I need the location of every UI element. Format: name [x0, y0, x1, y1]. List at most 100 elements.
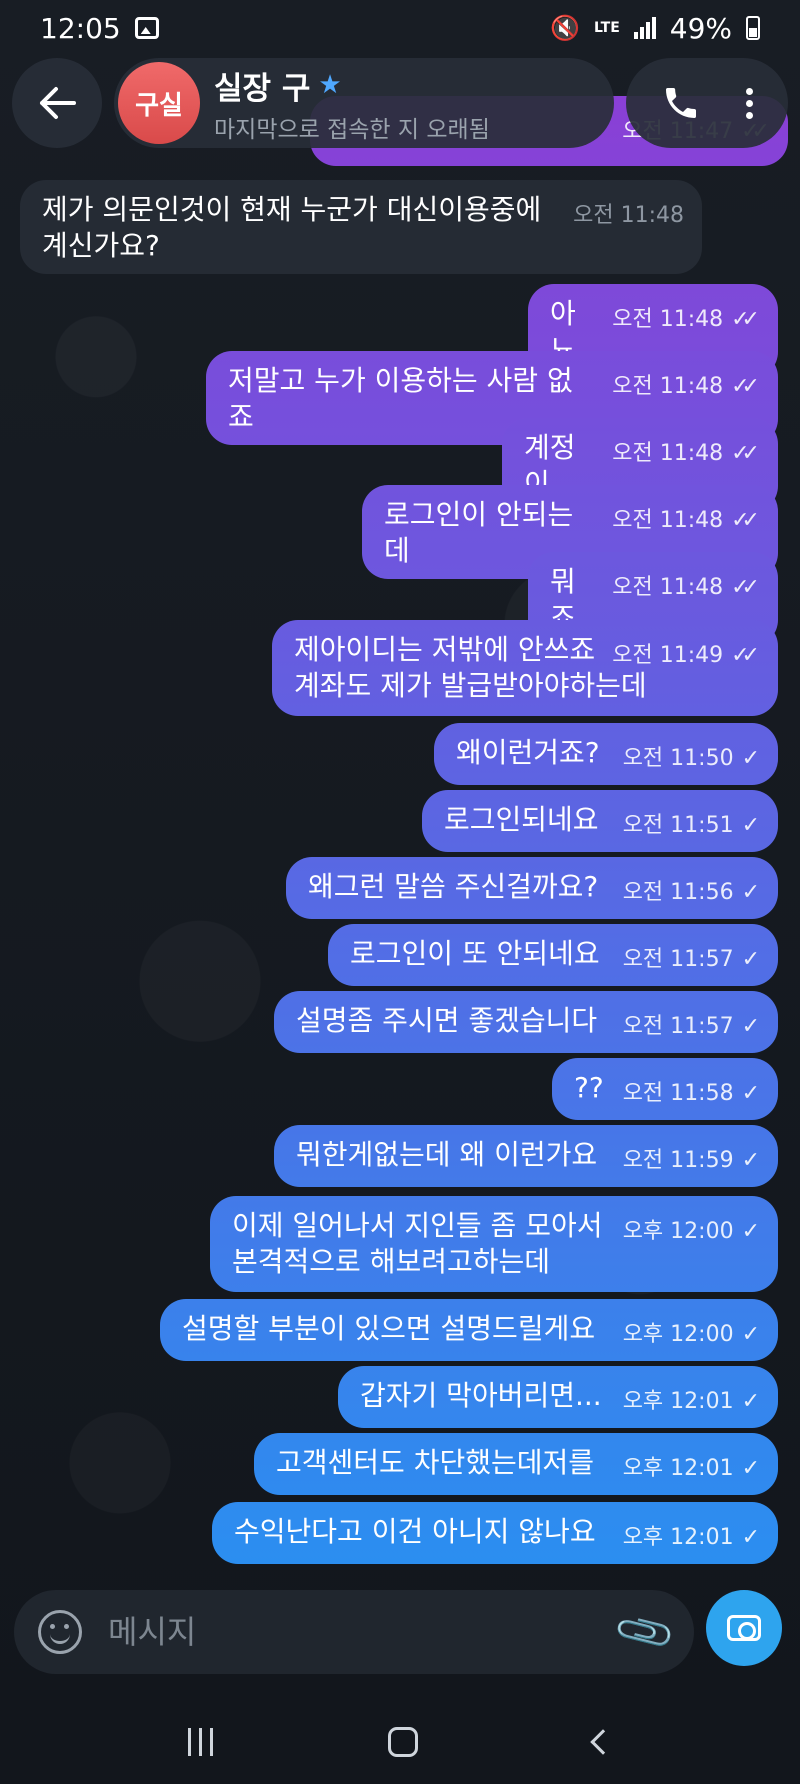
check-icon: ✓: [741, 1014, 761, 1039]
message-text: 이제 일어나서 지인들 좀 모아서 본격적으로 해보려고하는데: [232, 1209, 603, 1278]
contact-name: 실장 구: [214, 70, 311, 107]
double-check-icon: ✓✓: [731, 575, 760, 600]
message-meta: 오전 11:48 ✓✓: [612, 509, 760, 533]
message-meta: 오전 11:57 ✓: [622, 1014, 761, 1039]
message-meta: 오전 11:49 ✓✓: [612, 644, 760, 668]
clock: 12:05: [40, 11, 121, 45]
message-time: 오후 12:01: [622, 1525, 734, 1550]
message-text: 로그인되네요: [444, 803, 599, 836]
message-meta: 오전 11:58 ✓: [623, 1081, 761, 1106]
message-text: 수익난다고 이건 아니지 않나요: [234, 1515, 596, 1548]
system-back-button[interactable]: [590, 1729, 616, 1755]
contact-title: 실장 구 ★ 마지막으로 접속한 지 오래됨: [214, 63, 490, 144]
outgoing-message[interactable]: 오후 12:01 ✓ 고객센터도 차단했는데저를: [254, 1433, 778, 1495]
message-text: 로그인이 또 안되네요: [350, 937, 600, 970]
battery-percent: 49%: [669, 11, 732, 45]
message-text: ??: [574, 1071, 604, 1104]
check-icon: ✓: [741, 1389, 761, 1414]
battery-icon: [746, 16, 760, 40]
message-time: 오전 11:48: [612, 575, 724, 600]
gallery-notification-icon: [134, 17, 159, 39]
message-time: 오전 11:57: [622, 947, 734, 972]
emoji-icon[interactable]: [38, 1610, 82, 1654]
status-right: 🔇 LTE 49%: [550, 12, 760, 45]
message-meta: 오전 11:48 ✓✓: [612, 308, 760, 332]
message-meta: 오전 11:48 ✓✓: [612, 375, 760, 399]
message-text: 제아이디는 저밖에 안쓰죠 계좌도 제가 발급받아야하는데: [294, 633, 647, 702]
paperclip-icon[interactable]: 📎: [611, 1598, 679, 1665]
outgoing-message[interactable]: 오후 12:01 ✓ 수익난다고 이건 아니지 않나요: [212, 1502, 778, 1564]
outgoing-message[interactable]: 오후 12:01 ✓ 갑자기 막아버리면...: [338, 1366, 778, 1428]
incoming-message[interactable]: 오전 11:48 제가 의문인것이 현재 누군가 대신이용중에 계신가요?: [20, 180, 702, 274]
check-icon: ✓: [741, 1322, 761, 1347]
star-icon: ★: [318, 70, 342, 100]
check-icon: ✓: [741, 1148, 761, 1173]
message-meta: 오후 12:00 ✓: [622, 1322, 761, 1347]
check-icon: ✓: [741, 880, 761, 905]
outgoing-message[interactable]: 오전 11:58 ✓??: [552, 1058, 778, 1120]
message-text: 뭐한게없는데 왜 이런가요: [296, 1138, 598, 1171]
outgoing-message[interactable]: 오전 11:51 ✓ 로그인되네요: [422, 790, 778, 852]
outgoing-message[interactable]: 오전 11:59 ✓ 뭐한게없는데 왜 이런가요: [274, 1125, 778, 1187]
outgoing-message[interactable]: 오전 11:56 ✓ 왜그런 말씀 주신걸까요?: [286, 857, 778, 919]
check-icon: ✓: [741, 1081, 761, 1106]
message-meta: 오후 12:00 ✓: [623, 1219, 761, 1244]
outgoing-message[interactable]: 오후 12:00 ✓ 이제 일어나서 지인들 좀 모아서 본격적으로 해보려고하는데: [210, 1196, 778, 1292]
more-vertical-icon[interactable]: [746, 87, 754, 119]
camera-button[interactable]: [706, 1590, 782, 1666]
signal-icon: [633, 17, 656, 39]
check-icon: ✓: [741, 746, 761, 771]
double-check-icon: ✓✓: [731, 508, 760, 533]
outgoing-message[interactable]: 오전 11:50 ✓ 왜이런거죠?: [434, 723, 778, 785]
camera-icon: [727, 1615, 761, 1641]
check-icon: ✓: [741, 1525, 761, 1550]
message-text: 고객센터도 차단했는데저를: [276, 1446, 595, 1479]
message-meta: 오전 11:51 ✓: [622, 813, 761, 838]
message-time: 오전 11:48: [612, 441, 724, 466]
contact-info[interactable]: 구실 실장 구 ★ 마지막으로 접속한 지 오래됨: [114, 58, 614, 148]
message-meta: 오전 11:56 ✓: [622, 880, 761, 905]
header-actions: [626, 58, 788, 148]
message-meta: 오전 11:50 ✓: [622, 746, 761, 771]
message-time: 오후 12:00: [622, 1322, 734, 1347]
outgoing-message[interactable]: 오전 11:57 ✓ 설명좀 주시면 좋겠습니다: [274, 991, 778, 1053]
outgoing-message[interactable]: 오전 11:57 ✓ 로그인이 또 안되네요: [328, 924, 778, 986]
message-meta: 오전 11:48: [573, 204, 684, 228]
message-meta: 오전 11:59 ✓: [623, 1148, 761, 1173]
avatar: 구실: [118, 62, 200, 144]
message-composer: 📎: [14, 1590, 694, 1674]
last-seen-status: 마지막으로 접속한 지 오래됨: [214, 116, 490, 143]
message-text: 제가 의문인것이 현재 누군가 대신이용중에 계신가요?: [42, 193, 542, 262]
message-time: 오전 11:51: [622, 813, 734, 838]
status-bar: 12:05 🔇 LTE 49%: [0, 0, 800, 56]
message-time: 오후 12:01: [622, 1389, 734, 1414]
contact-name-row: 실장 구 ★: [214, 63, 490, 108]
message-time: 오전 11:56: [622, 880, 734, 905]
message-time: 오전 11:57: [622, 1014, 734, 1039]
message-input[interactable]: [108, 1613, 621, 1651]
double-check-icon: ✓✓: [731, 643, 760, 668]
home-button[interactable]: [388, 1727, 419, 1757]
message-meta: 오전 11:48 ✓✓: [612, 442, 760, 466]
mute-icon: 🔇: [550, 14, 581, 42]
double-check-icon: ✓✓: [731, 374, 760, 399]
lte-icon: LTE: [594, 20, 620, 36]
check-icon: ✓: [741, 813, 761, 838]
message-time: 오전 11:48: [612, 508, 724, 533]
arrow-left-icon: [40, 87, 76, 119]
outgoing-message[interactable]: 오후 12:00 ✓ 설명할 부분이 있으면 설명드릴게요: [160, 1299, 778, 1361]
phone-icon[interactable]: [661, 83, 701, 123]
outgoing-message[interactable]: 오전 11:49 ✓✓ 제아이디는 저밖에 안쓰죠 계좌도 제가 발급받아야하는데: [272, 620, 778, 716]
system-nav-bar: [0, 1700, 800, 1784]
message-time: 오전 11:48: [573, 203, 684, 228]
recent-apps-button[interactable]: [187, 1728, 213, 1756]
message-meta: 오후 12:01 ✓: [622, 1525, 761, 1550]
back-button[interactable]: [12, 58, 102, 148]
message-text: 왜이런거죠?: [456, 736, 600, 769]
message-text: 설명할 부분이 있으면 설명드릴게요: [182, 1312, 596, 1345]
message-time: 오전 11:48: [612, 307, 724, 332]
check-icon: ✓: [741, 1219, 761, 1244]
message-meta: 오전 11:48 ✓✓: [612, 576, 760, 600]
message-time: 오전 11:50: [622, 746, 734, 771]
check-icon: ✓: [741, 1456, 761, 1481]
